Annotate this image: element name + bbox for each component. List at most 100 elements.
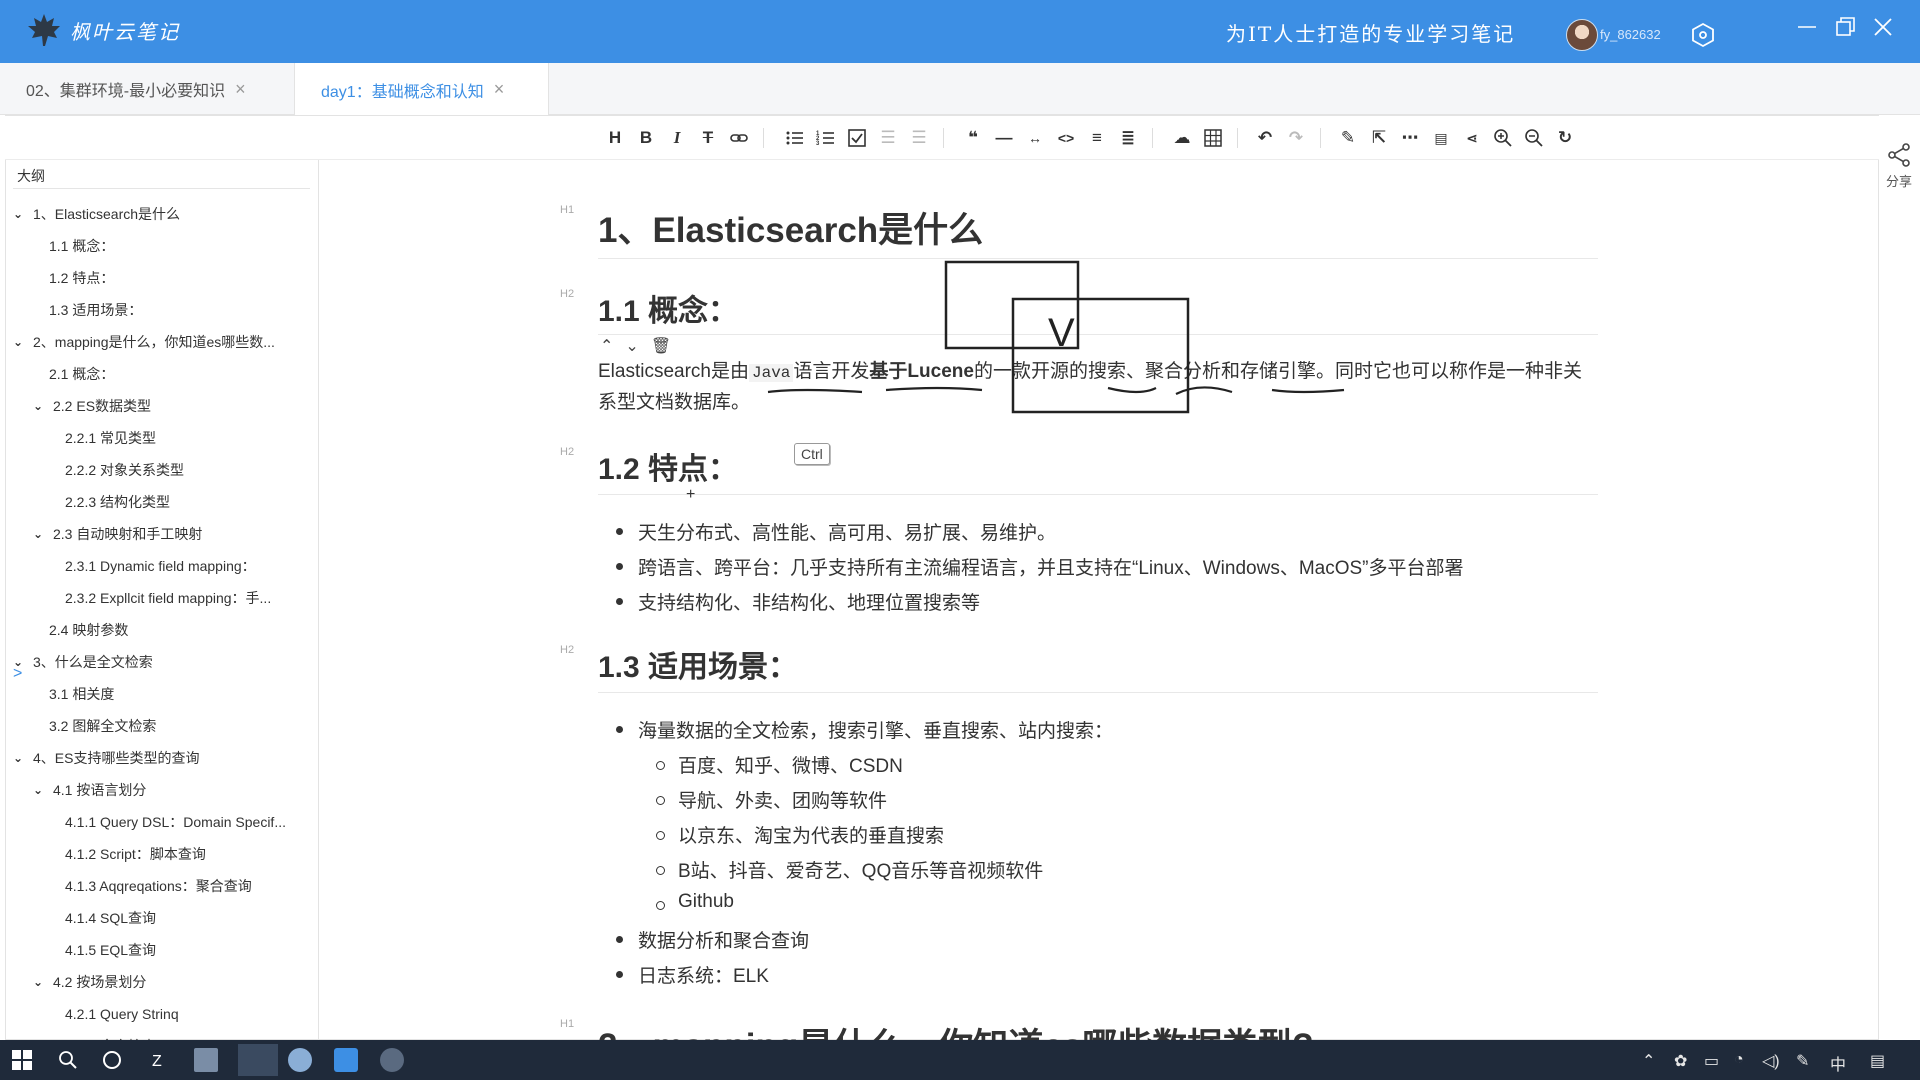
outline-item[interactable]: 1.3 适用场景： xyxy=(33,294,305,326)
toc-icon[interactable]: ≣ xyxy=(1114,124,1142,152)
list-item[interactable]: 以京东、淘宝为代表的垂直搜索 xyxy=(655,821,944,848)
outline-item[interactable]: ⌄ 1、Elasticsearch是什么 xyxy=(13,198,305,230)
list-item[interactable]: 导航、外卖、团购等软件 xyxy=(655,786,887,813)
strikethrough-button[interactable]: T xyxy=(694,124,722,152)
list-item[interactable]: 天生分布式、高性能、高可用、易扩展、易维护。 xyxy=(615,518,1056,545)
align-icon[interactable]: ≡ xyxy=(1083,124,1111,152)
outline-item[interactable]: 4.1.2 Script：脚本查询 xyxy=(49,838,305,870)
tab-close-icon[interactable]: × xyxy=(235,79,246,100)
chevron-down-icon[interactable]: ⌄ xyxy=(625,336,638,356)
list-item[interactable]: Github xyxy=(656,891,734,913)
upload-cloud-icon[interactable]: ☁ xyxy=(1168,124,1196,152)
chevron-down-icon[interactable]: ⌄ xyxy=(33,399,49,413)
search-icon[interactable] xyxy=(56,1048,80,1072)
list-item[interactable]: B站、抖音、爱奇艺、QQ音乐等音视频软件 xyxy=(655,856,1043,883)
chevron-down-icon[interactable]: ⌄ xyxy=(33,527,49,541)
heading-concept[interactable]: 1.1 概念： xyxy=(598,286,738,330)
chevron-down-icon[interactable]: ⌄ xyxy=(33,783,49,797)
list-item[interactable]: 海量数据的全文检索，搜索引擎、垂直搜索、站内搜索： xyxy=(615,716,1113,743)
explorer-app-icon[interactable] xyxy=(194,1048,218,1072)
zoom-in-icon[interactable] xyxy=(1489,124,1517,152)
quote-icon[interactable]: ❝ xyxy=(959,124,987,152)
chevron-down-icon[interactable]: ⌄ xyxy=(33,975,49,989)
table-icon[interactable] xyxy=(1199,124,1227,152)
mindmap-icon[interactable]: ⋖ xyxy=(1458,124,1486,152)
outline-item[interactable]: ⌄ 2、mapping是什么，你知道es哪些数... xyxy=(13,326,305,358)
tab-day1[interactable]: day1：基础概念和认知 × xyxy=(295,63,549,116)
code-block-icon[interactable]: <> xyxy=(1052,124,1080,152)
italic-button[interactable]: I xyxy=(663,124,691,152)
concept-paragraph[interactable]: Elasticsearch是由 Java 语言开发基于Lucene的一款开源的搜索、… xyxy=(598,357,1598,418)
outline-item[interactable]: 1.2 特点： xyxy=(33,262,305,294)
ime-indicator[interactable]: 中 xyxy=(1830,1051,1846,1075)
list-item[interactable]: 支持结构化、非结构化、地理位置搜索等 xyxy=(615,588,980,615)
battery-icon[interactable]: ▭ xyxy=(1704,1051,1719,1071)
tray-app-icon[interactable]: ✿ xyxy=(1674,1051,1687,1071)
tray-chevron-icon[interactable]: ⌃ xyxy=(1642,1051,1655,1071)
heading-scenarios[interactable]: 1.3 适用场景： xyxy=(598,642,798,686)
editor-app-icon[interactable]: Z xyxy=(148,1048,172,1072)
username[interactable]: fy_862632 xyxy=(1600,27,1661,42)
outline-item[interactable]: 2.3.1 Dynamic field mapping： xyxy=(49,550,305,582)
wifi-icon[interactable]: ◔ xyxy=(1734,1051,1744,1069)
list-item[interactable]: 跨语言、跨平台：几乎支持所有主流编程语言，并且支持在“Linux、Windows… xyxy=(616,553,1464,580)
outline-item[interactable]: ⌄ 3、什么是全文检索 xyxy=(13,646,305,678)
chevron-down-icon[interactable]: ⌄ xyxy=(13,207,29,221)
close-icon[interactable] xyxy=(1870,14,1896,40)
zoom-out-icon[interactable] xyxy=(1520,124,1548,152)
outline-item[interactable]: 4.2.1 Query Strinq xyxy=(49,998,305,1030)
outline-item[interactable]: ⌄ 4、ES支持哪些类型的查询 xyxy=(13,742,305,774)
heading-button[interactable]: H xyxy=(601,124,629,152)
restore-icon[interactable] xyxy=(1832,14,1858,40)
notification-icon[interactable]: ▤ xyxy=(1870,1051,1885,1071)
outline-item[interactable]: 1.1 概念： xyxy=(33,230,305,262)
share-button[interactable]: 分享 xyxy=(1882,142,1916,190)
list-item[interactable]: 百度、知乎、微博、CSDN xyxy=(656,751,903,778)
tab-cluster-env[interactable]: 02、集群环境-最小必要知识 × xyxy=(0,63,295,115)
bullet-list-icon[interactable] xyxy=(781,124,809,152)
volume-icon[interactable]: ◁) xyxy=(1762,1051,1780,1071)
avatar[interactable] xyxy=(1566,19,1598,51)
outline-item[interactable]: 4.1.1 Query DSL：Domain Specif... xyxy=(49,806,305,838)
outline-item[interactable]: ⌄ 2.2 ES数据类型 xyxy=(33,390,305,422)
outline-item[interactable]: 3.2 图解全文检索 xyxy=(33,710,305,742)
outline-item[interactable]: 3.1 相关度 xyxy=(33,678,305,710)
chevron-up-icon[interactable]: ⌃ xyxy=(600,336,613,356)
list-item[interactable]: 数据分析和聚合查询 xyxy=(615,926,809,953)
outline-item[interactable]: ⌄ 4.2 按场景划分 xyxy=(33,966,305,998)
more-icon[interactable]: ⋯ xyxy=(1396,124,1424,152)
github-app-icon[interactable] xyxy=(380,1048,404,1072)
outline-item[interactable]: 4.1.5 EQL查询 xyxy=(49,934,305,966)
outline-item[interactable]: 2.2.1 常见类型 xyxy=(49,422,305,454)
chevron-down-icon[interactable]: ⌄ xyxy=(13,751,29,765)
outdent-icon[interactable]: ☰ xyxy=(905,124,933,152)
minimize-icon[interactable] xyxy=(1794,14,1820,40)
doc-title[interactable]: 1、Elasticsearch是什么 xyxy=(598,202,983,253)
list-item[interactable]: 日志系统：ELK xyxy=(616,961,769,988)
outline-item[interactable]: 2.2.2 对象关系类型 xyxy=(49,454,305,486)
edit-pencil-icon[interactable]: ✎ xyxy=(1334,124,1362,152)
outline-item[interactable]: 2.2.3 结构化类型 xyxy=(49,486,305,518)
outline-item[interactable]: ⌄ 2.3 自动映射和手工映射 xyxy=(33,518,305,550)
windows-start-icon[interactable] xyxy=(10,1048,34,1072)
outline-item[interactable]: ⌄ 4.1 按语言划分 xyxy=(33,774,305,806)
settings-hexagon-icon[interactable] xyxy=(1690,22,1716,48)
pen-icon[interactable]: ✎ xyxy=(1796,1051,1809,1071)
redo-icon[interactable]: ↷ xyxy=(1282,124,1310,152)
chevron-right-icon[interactable]: > xyxy=(13,665,22,683)
trash-icon[interactable]: 🗑 xyxy=(651,336,671,356)
ordered-list-icon[interactable]: 123 xyxy=(812,124,840,152)
active-app-icon[interactable] xyxy=(238,1044,278,1076)
outline-item[interactable]: 2.3.2 Expllcit field mapping：手... xyxy=(49,582,305,614)
outline-item[interactable]: 4.1.3 Aqqreqations：聚合查询 xyxy=(49,870,305,902)
refresh-icon[interactable]: ↻ xyxy=(1551,124,1579,152)
link-icon[interactable] xyxy=(725,124,753,152)
open-external-icon[interactable]: ⇱ xyxy=(1365,124,1393,152)
indent-icon[interactable]: ☰ xyxy=(874,124,902,152)
outline-item[interactable]: 4.2.2 全文检索 Fulltext query xyxy=(49,1030,305,1040)
tab-close-icon[interactable]: × xyxy=(494,79,505,100)
cortana-icon[interactable] xyxy=(100,1048,124,1072)
bold-button[interactable]: B xyxy=(632,124,660,152)
checkbox-icon[interactable] xyxy=(843,124,871,152)
chevron-down-icon[interactable]: ⌄ xyxy=(13,335,29,349)
